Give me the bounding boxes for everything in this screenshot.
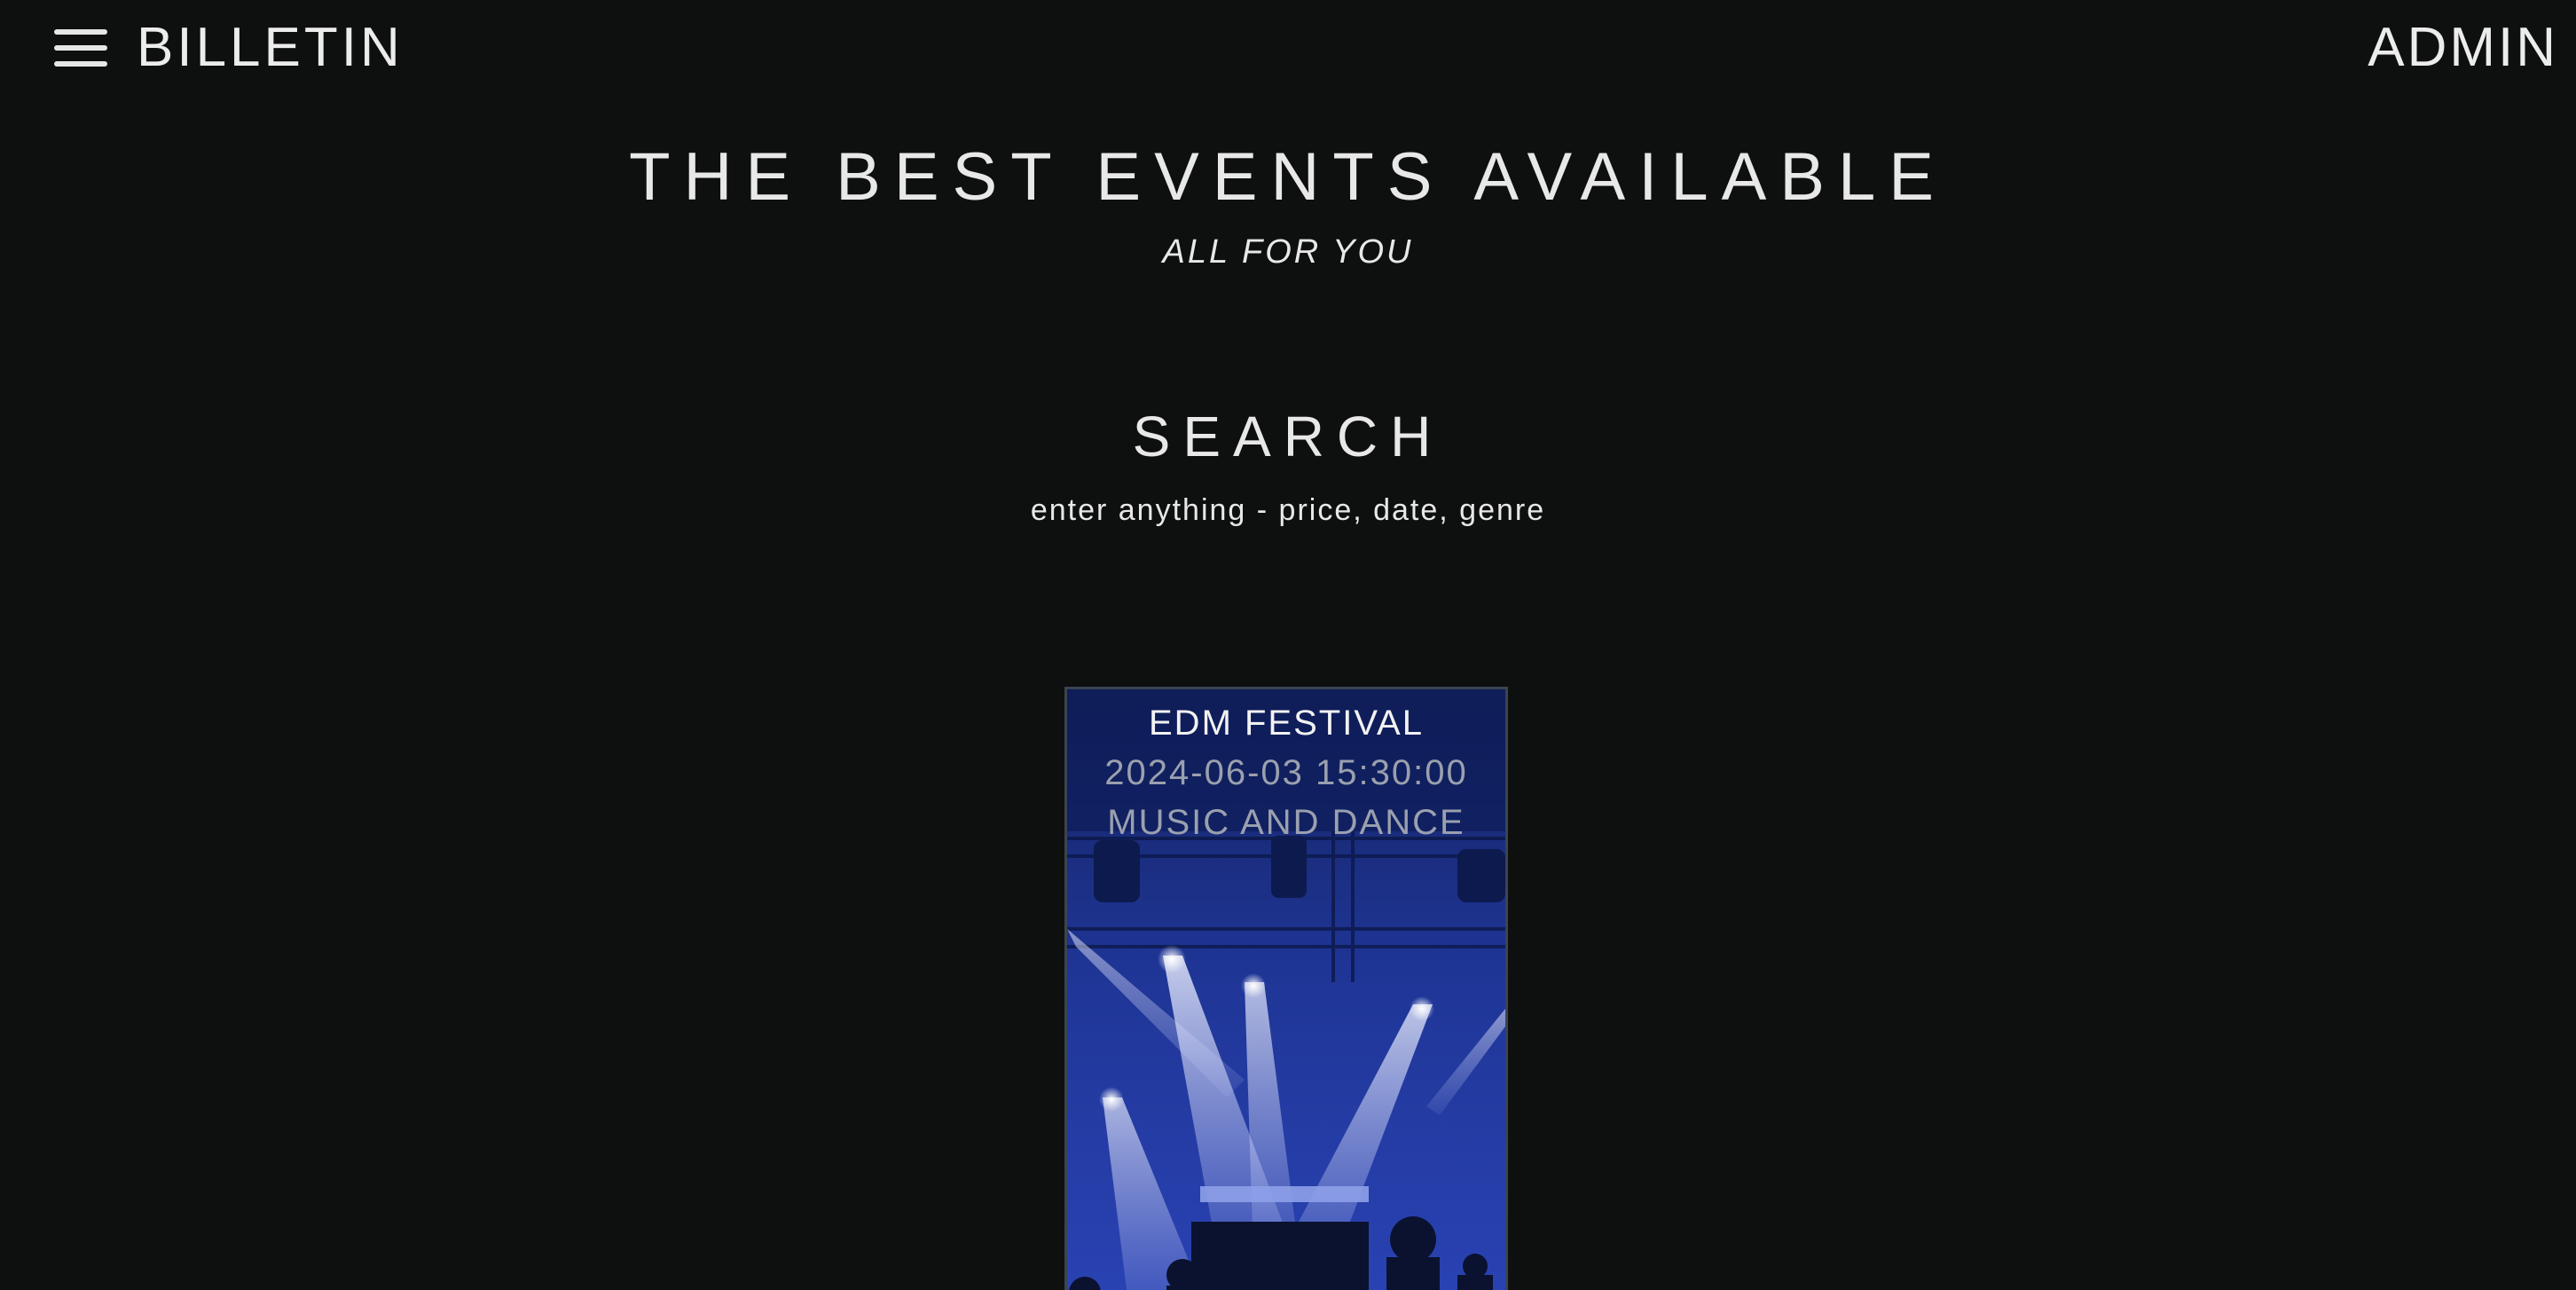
menu-bar-bottom <box>54 61 107 67</box>
hero-title: THE BEST EVENTS AVAILABLE <box>629 139 1947 215</box>
menu-bar-top <box>54 29 107 35</box>
hamburger-menu-icon[interactable] <box>51 27 110 69</box>
brand-logo-link[interactable]: BILLETIN <box>137 12 404 83</box>
event-datetime: 2024-06-03 15:30:00 <box>1104 753 1468 792</box>
event-card-info: EDM FESTIVAL 2024-06-03 15:30:00 MUSIC A… <box>1067 698 1505 847</box>
page: BILLETIN ADMIN THE BEST EVENTS AVAILABLE… <box>0 0 2576 1290</box>
admin-link[interactable]: ADMIN <box>2368 12 2558 83</box>
menu-bar-middle <box>54 45 107 51</box>
hero-subtitle: ALL FOR YOU <box>1162 233 1414 271</box>
search-title: SEARCH <box>1132 405 1444 468</box>
event-name: EDM FESTIVAL <box>1149 704 1424 743</box>
event-genre: MUSIC AND DANCE <box>1107 803 1465 842</box>
event-card[interactable]: EDM FESTIVAL 2024-06-03 15:30:00 MUSIC A… <box>1064 687 1508 1290</box>
search-hint: enter anything - price, date, genre <box>1030 493 1546 527</box>
